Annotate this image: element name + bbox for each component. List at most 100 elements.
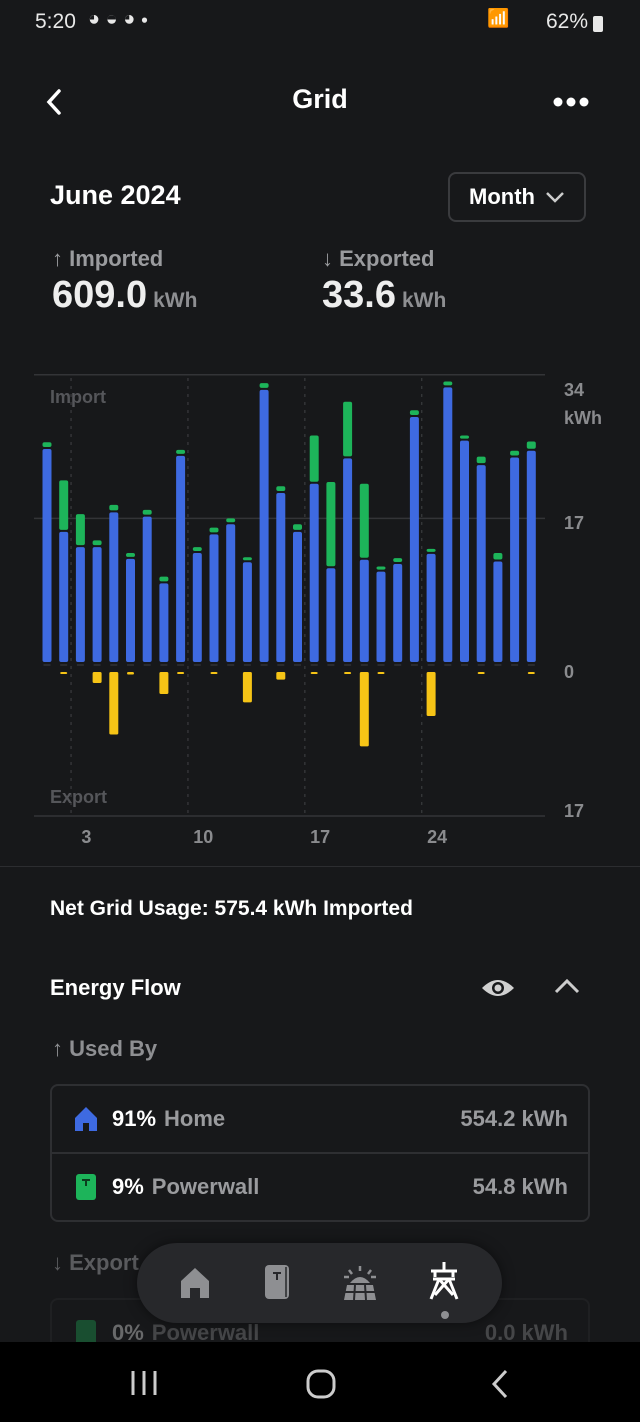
bar-home-day-17 bbox=[309, 483, 319, 662]
bar-home-day-5 bbox=[109, 512, 119, 662]
zero-marker-day-4 bbox=[93, 664, 101, 666]
used-by-row-powerwall[interactable]: 9% Powerwall 54.8 kWh bbox=[52, 1154, 588, 1220]
used-by-label: ↑ Used By bbox=[52, 1036, 157, 1062]
zero-marker-day-30 bbox=[527, 664, 535, 666]
zero-marker-day-22 bbox=[394, 664, 402, 666]
net-grid-usage: Net Grid Usage: 575.4 kWh Imported bbox=[50, 897, 413, 920]
bar-powerwall-day-29 bbox=[510, 450, 520, 456]
bar-powerwall-day-3 bbox=[75, 514, 85, 546]
nav-home-button[interactable] bbox=[180, 1267, 210, 1299]
used-by-row-home[interactable]: 91% Home 554.2 kWh bbox=[52, 1086, 588, 1154]
bar-home-day-29 bbox=[510, 457, 520, 662]
bar-export-day-5 bbox=[109, 672, 119, 735]
bar-home-day-26 bbox=[460, 440, 469, 662]
divider bbox=[0, 866, 640, 867]
zero-marker-day-17 bbox=[310, 664, 318, 666]
bar-home-day-13 bbox=[242, 562, 252, 662]
used-by-text: Used By bbox=[69, 1036, 158, 1061]
zero-marker-day-16 bbox=[294, 664, 301, 666]
eye-icon[interactable] bbox=[480, 975, 516, 1001]
home-system-button[interactable] bbox=[306, 1369, 336, 1399]
zero-marker-day-5 bbox=[110, 664, 118, 666]
zero-marker-day-27 bbox=[477, 664, 485, 666]
export-axis-label: Export bbox=[50, 787, 108, 807]
y-tick-17: 17 bbox=[564, 513, 585, 533]
bar-home-day-21 bbox=[376, 571, 386, 662]
bar-home-day-10 bbox=[192, 552, 202, 662]
zero-marker-day-14 bbox=[260, 664, 268, 666]
bar-powerwall-day-18 bbox=[326, 482, 336, 567]
nav-powerwall-button[interactable] bbox=[264, 1263, 292, 1301]
bar-home-day-8 bbox=[159, 583, 169, 662]
zero-marker-day-24 bbox=[427, 664, 435, 666]
bar-home-day-28 bbox=[493, 561, 503, 662]
bar-powerwall-day-4 bbox=[92, 540, 102, 546]
arrow-up-icon: ↑ bbox=[52, 1036, 70, 1061]
active-indicator bbox=[441, 1311, 449, 1319]
zero-marker-day-13 bbox=[243, 664, 251, 666]
bar-export-day-17 bbox=[310, 672, 318, 674]
bottom-nav bbox=[137, 1243, 502, 1323]
zero-marker-day-15 bbox=[277, 664, 285, 666]
back-system-button[interactable] bbox=[490, 1369, 510, 1399]
bar-home-day-9 bbox=[176, 455, 186, 662]
bar-home-day-4 bbox=[92, 547, 102, 662]
bar-home-day-1 bbox=[42, 449, 52, 662]
y-unit: kWh bbox=[564, 408, 602, 428]
bar-export-day-11 bbox=[210, 672, 218, 674]
y-tick-export-17: 17 bbox=[564, 801, 585, 821]
bar-export-day-4 bbox=[92, 672, 102, 683]
bar-export-day-27 bbox=[477, 672, 485, 674]
recent-apps-button[interactable] bbox=[130, 1370, 158, 1396]
bar-powerwall-day-11 bbox=[209, 527, 219, 533]
bar-powerwall-day-22 bbox=[393, 558, 403, 562]
chevron-up-icon[interactable] bbox=[553, 977, 581, 995]
system-nav-bar bbox=[0, 1342, 640, 1422]
bar-export-day-30 bbox=[527, 672, 535, 674]
powerwall-value: 54.8 kWh bbox=[472, 1174, 568, 1199]
bar-home-day-30 bbox=[526, 450, 536, 662]
home-icon bbox=[75, 1107, 97, 1131]
arrow-down-icon: ↓ bbox=[52, 1250, 70, 1275]
zero-marker-day-9 bbox=[177, 664, 185, 666]
zero-marker-day-21 bbox=[377, 664, 385, 666]
zero-marker-day-12 bbox=[227, 664, 235, 666]
bar-home-day-20 bbox=[359, 559, 369, 662]
bar-export-day-24 bbox=[426, 672, 436, 716]
zero-marker-day-18 bbox=[327, 664, 335, 666]
export-to-label: ↓ Export bbox=[52, 1250, 139, 1276]
zero-marker-day-2 bbox=[60, 664, 68, 666]
zero-marker-day-11 bbox=[210, 664, 218, 666]
bar-home-day-6 bbox=[126, 558, 135, 662]
zero-marker-day-19 bbox=[344, 664, 352, 666]
bar-export-day-15 bbox=[276, 672, 286, 680]
export-to-text: Export bbox=[69, 1250, 139, 1275]
y-tick-34: 34 bbox=[564, 380, 585, 400]
grid-chart[interactable] bbox=[0, 0, 640, 860]
bar-powerwall-day-16 bbox=[293, 524, 302, 530]
bar-home-day-11 bbox=[209, 534, 219, 662]
bar-home-day-22 bbox=[393, 563, 403, 662]
bar-powerwall-day-23 bbox=[409, 410, 419, 415]
bar-powerwall-day-5 bbox=[109, 504, 119, 511]
x-tick-17: 17 bbox=[310, 827, 331, 847]
bar-export-day-20 bbox=[359, 672, 369, 747]
nav-grid-button[interactable] bbox=[427, 1261, 461, 1301]
x-tick-10: 10 bbox=[193, 827, 214, 847]
bar-powerwall-day-8 bbox=[159, 576, 169, 582]
bar-export-day-9 bbox=[177, 672, 185, 674]
bar-home-day-25 bbox=[443, 387, 453, 662]
bar-powerwall-day-20 bbox=[359, 483, 369, 558]
bar-home-day-2 bbox=[59, 531, 69, 662]
bar-home-day-7 bbox=[142, 516, 152, 662]
zero-marker-day-20 bbox=[360, 664, 368, 666]
bar-powerwall-day-13 bbox=[242, 557, 252, 561]
bar-powerwall-day-21 bbox=[376, 566, 386, 570]
nav-solar-button[interactable] bbox=[343, 1265, 377, 1301]
bar-export-day-8 bbox=[159, 672, 169, 694]
bar-home-day-19 bbox=[343, 458, 353, 662]
bar-home-day-15 bbox=[276, 493, 286, 662]
bar-home-day-14 bbox=[259, 389, 269, 662]
x-tick-3: 3 bbox=[81, 827, 92, 847]
bar-export-day-19 bbox=[344, 672, 352, 674]
